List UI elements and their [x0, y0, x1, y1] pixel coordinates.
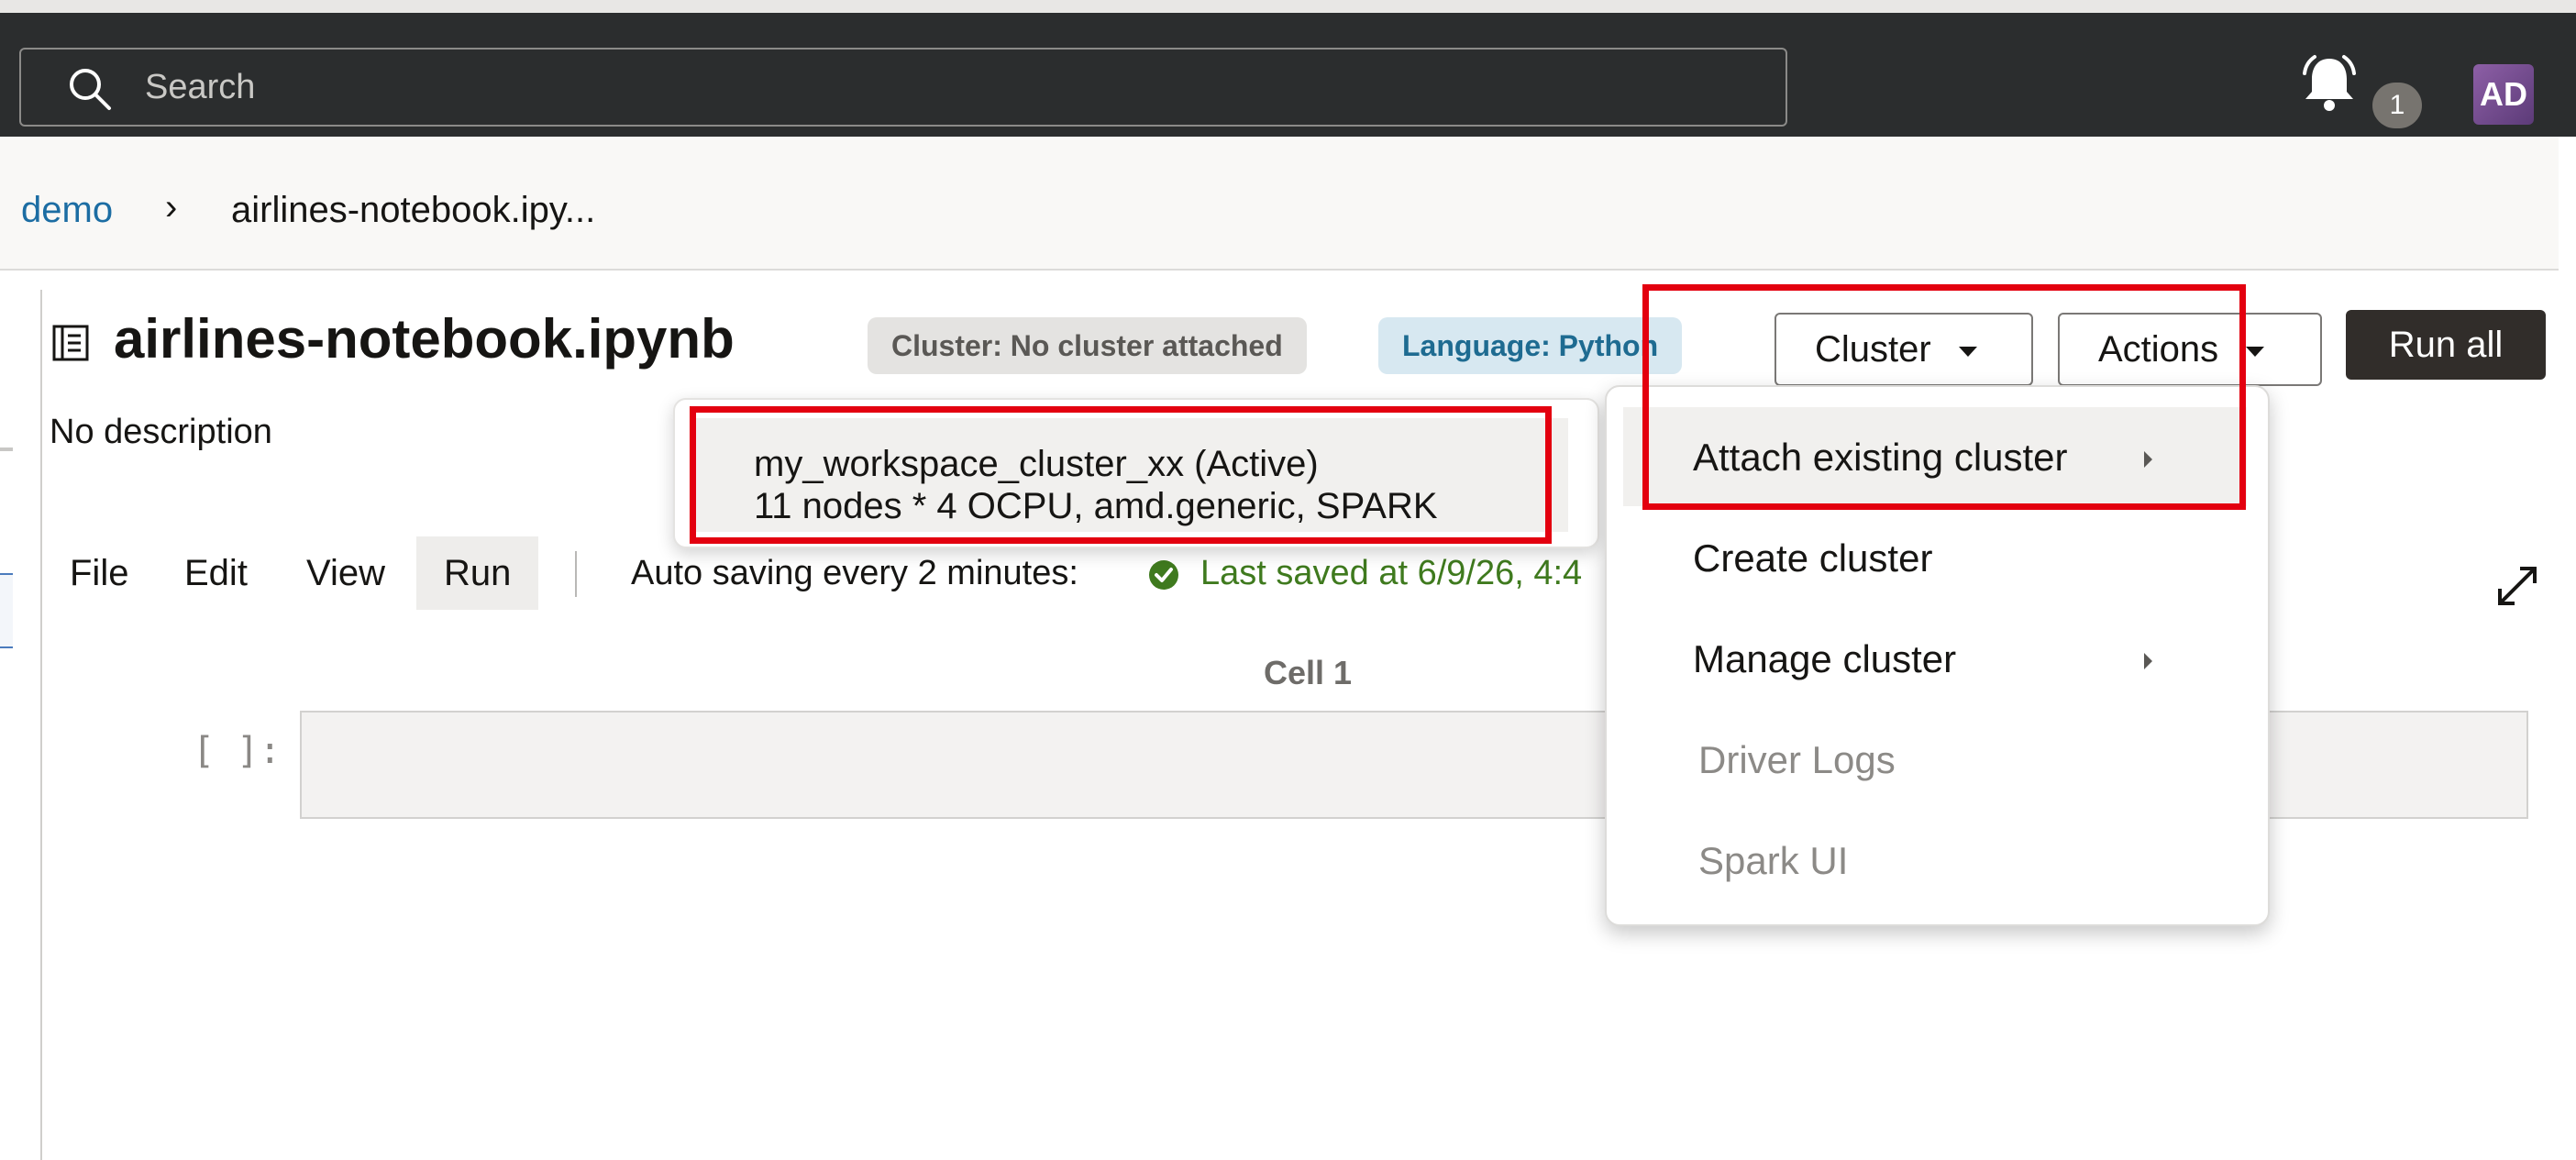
cell-label: Cell 1 — [1264, 654, 1353, 691]
menu-item-label: Manage cluster — [1693, 637, 1957, 680]
menu-item-driver-logs: Driver Logs — [1607, 710, 2268, 811]
notebook-description: No description — [50, 413, 272, 451]
menu-item-create-cluster[interactable]: Create cluster — [1607, 508, 2268, 609]
menu-item-label: Driver Logs — [1698, 738, 1896, 781]
app-header: Search 1 AD — [0, 13, 2576, 137]
window-top-strip — [0, 0, 2576, 13]
check-circle-icon — [1149, 560, 1178, 590]
menu-file[interactable]: File — [51, 536, 147, 610]
search-placeholder: Search — [145, 68, 256, 106]
breadcrumb-current: airlines-notebook.ipy... — [231, 190, 596, 230]
notification-count-badge: 1 — [2372, 83, 2422, 128]
left-panel-edge — [0, 290, 42, 1160]
menu-item-label: Create cluster — [1693, 536, 1933, 580]
menu-item-manage-cluster[interactable]: Manage cluster — [1607, 609, 2268, 710]
left-panel-divider — [0, 447, 13, 451]
menu-run[interactable]: Run — [416, 536, 539, 610]
breadcrumb-link-demo[interactable]: demo — [21, 190, 113, 231]
cluster-status-badge: Cluster: No cluster attached — [868, 317, 1307, 374]
annotation-highlight-cluster-option — [690, 406, 1552, 544]
menu-item-spark-ui: Spark UI — [1607, 811, 2268, 911]
menu-item-label: Spark UI — [1698, 839, 1849, 882]
run-all-button[interactable]: Run all — [2346, 310, 2546, 380]
breadcrumb-separator: › — [165, 187, 178, 227]
search-input[interactable]: Search — [19, 48, 1787, 127]
search-icon — [70, 69, 111, 110]
expand-icon[interactable] — [2493, 561, 2542, 611]
menu-view[interactable]: View — [288, 536, 404, 610]
chevron-right-icon — [2144, 653, 2152, 669]
menu-divider — [575, 551, 577, 597]
language-badge: Language: Python — [1378, 317, 1683, 374]
bell-icon[interactable] — [2295, 50, 2363, 117]
user-avatar[interactable]: AD — [2473, 64, 2534, 125]
left-panel-selected-item[interactable] — [0, 573, 13, 648]
cell-prompt: [ ]: — [193, 730, 282, 772]
autosave-status: Auto saving every 2 minutes: — [631, 554, 1078, 592]
annotation-highlight-cluster-menu — [1642, 284, 2246, 510]
menu-edit[interactable]: Edit — [166, 536, 266, 610]
page-title: airlines-notebook.ipynb — [114, 308, 735, 370]
last-saved-status: Last saved at 6/9/26, 4:4 — [1200, 554, 1583, 592]
notebook-icon — [52, 325, 89, 361]
chevron-down-icon — [2246, 346, 2265, 357]
